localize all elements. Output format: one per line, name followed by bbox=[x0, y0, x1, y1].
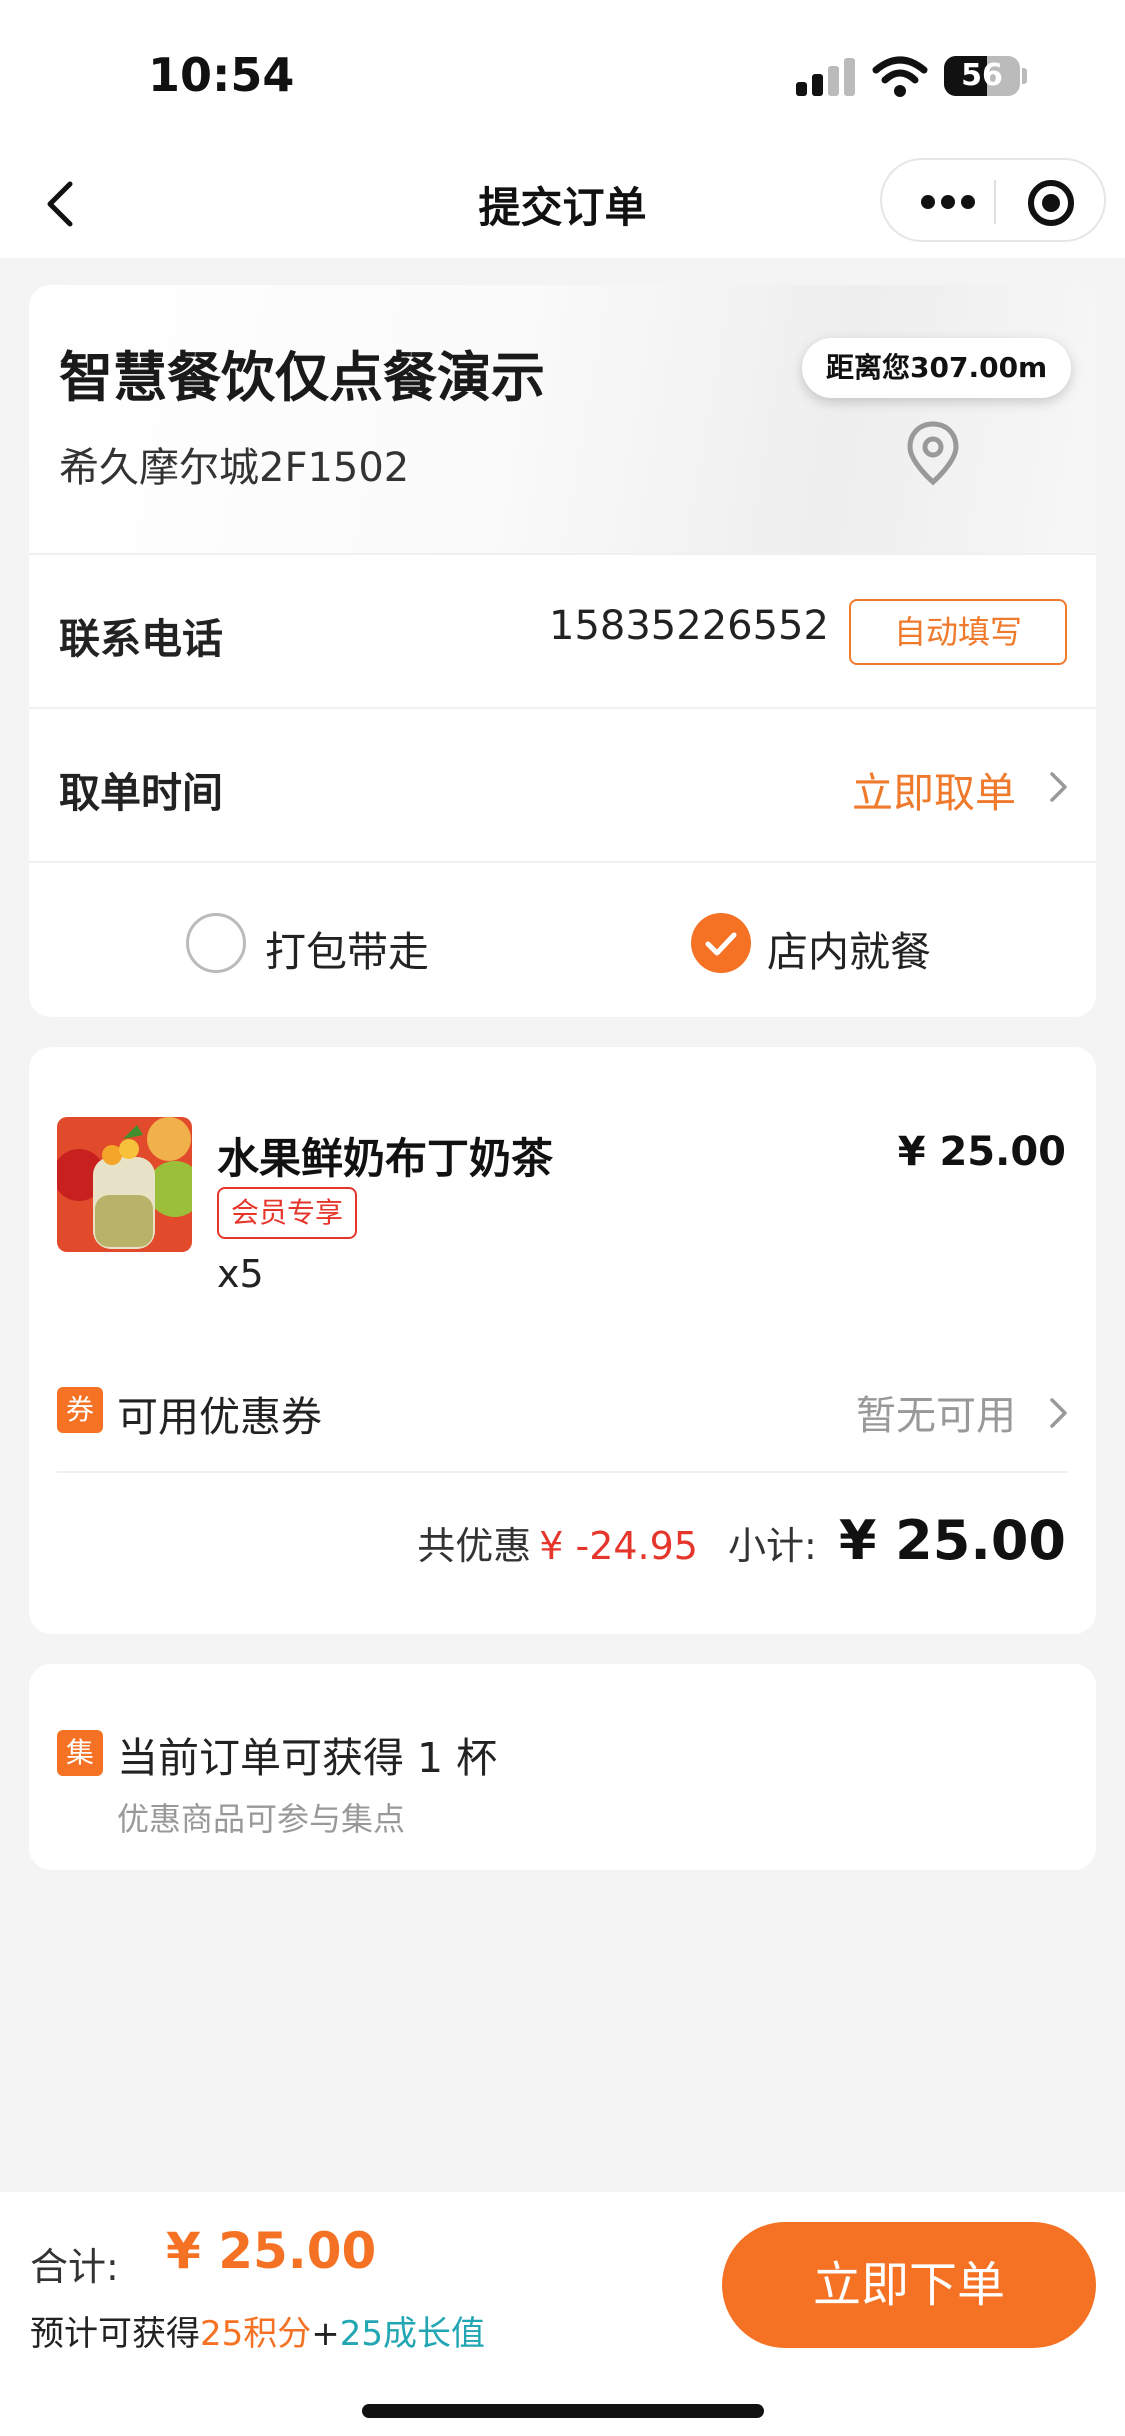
store-name: 智慧餐饮仅点餐演示 bbox=[59, 346, 545, 409]
home-indicator bbox=[362, 2404, 764, 2418]
battery-icon: 56 bbox=[944, 56, 1020, 96]
battery-nub bbox=[1022, 68, 1027, 84]
coupon-chevron-right-icon[interactable] bbox=[1043, 1397, 1075, 1429]
chevron-right-icon bbox=[1050, 772, 1067, 802]
checkout-bar: 合计: ¥ 25.00 预计可获得25积分+25成长值 立即下单 bbox=[0, 2192, 1125, 2436]
milk-tea-image bbox=[57, 1117, 192, 1252]
location-pin-icon[interactable] bbox=[905, 420, 961, 486]
product-price: ¥ 25.00 bbox=[897, 1129, 1066, 1175]
order-summary: 共优惠 ¥ -24.95 小计: ¥ 25.00 bbox=[417, 1509, 1066, 1572]
dine-in-radio[interactable] bbox=[691, 913, 751, 973]
earn-points: 25积分 bbox=[200, 2314, 312, 2354]
pickup-value[interactable]: 立即取单 bbox=[852, 759, 1016, 819]
stamp-title: 当前订单可获得 1 杯 bbox=[117, 1734, 498, 1782]
more-icon[interactable] bbox=[920, 194, 976, 210]
subtotal-label: 小计: bbox=[728, 1524, 817, 1568]
autofill-button[interactable]: 自动填写 bbox=[849, 599, 1067, 665]
total-label: 合计: bbox=[30, 2245, 119, 2289]
checkmark-icon bbox=[705, 932, 737, 956]
total-value: ¥ 25.00 bbox=[166, 2222, 377, 2280]
member-only-tag: 会员专享 bbox=[217, 1187, 358, 1239]
distance-badge: 距离您307.00m bbox=[802, 338, 1072, 398]
takeaway-label[interactable]: 打包带走 bbox=[265, 918, 429, 978]
capsule-divider bbox=[994, 180, 996, 224]
coupon-label[interactable]: 可用优惠券 bbox=[117, 1383, 322, 1443]
status-time: 10:54 bbox=[148, 48, 295, 102]
store-address: 希久摩尔城2F1502 bbox=[59, 445, 410, 491]
dining-mode-row: 打包带走 店内就餐 bbox=[29, 861, 1096, 1017]
product-quantity: x5 bbox=[217, 1252, 264, 1296]
store-header: 智慧餐饮仅点餐演示 希久摩尔城2F1502 距离您307.00m bbox=[29, 285, 1096, 553]
phone-value[interactable]: 15835226552 bbox=[549, 603, 829, 649]
contact-row: 联系电话 15835226552 自动填写 bbox=[29, 553, 1096, 707]
status-bar: 10:54 56 bbox=[0, 0, 1125, 150]
stamp-subtitle: 优惠商品可参与集点 bbox=[117, 1800, 406, 1838]
coupon-value[interactable]: 暂无可用 bbox=[856, 1383, 1016, 1441]
contact-label: 联系电话 bbox=[59, 615, 223, 663]
stamp-icon: 集 bbox=[57, 1730, 103, 1776]
stamp-card: 集 当前订单可获得 1 杯 优惠商品可参与集点 bbox=[29, 1664, 1096, 1870]
order-card: 水果鲜奶布丁奶茶 会员专享 x5 ¥ 25.00 券 可用优惠券 暂无可用 共优… bbox=[29, 1047, 1096, 1634]
coupon-icon: 券 bbox=[57, 1387, 103, 1433]
discount-value: ¥ -24.95 bbox=[539, 1524, 698, 1568]
product-image bbox=[57, 1117, 192, 1252]
mini-program-capsule bbox=[880, 158, 1106, 242]
subtotal-value: ¥ 25.00 bbox=[838, 1509, 1066, 1572]
earn-plus: + bbox=[311, 2314, 340, 2354]
pickup-time-row[interactable]: 取单时间 立即取单 bbox=[29, 707, 1096, 861]
store-card: 智慧餐饮仅点餐演示 希久摩尔城2F1502 距离您307.00m 联系电话 15… bbox=[29, 285, 1096, 1017]
earn-growth: 25成长值 bbox=[339, 2314, 486, 2354]
cellular-signal-icon bbox=[796, 58, 856, 96]
discount-label: 共优惠 bbox=[417, 1524, 532, 1568]
battery-level: 56 bbox=[961, 58, 1003, 93]
takeaway-radio[interactable] bbox=[186, 913, 246, 973]
earn-info: 预计可获得25积分+25成长值 bbox=[30, 2306, 485, 2355]
wifi-icon bbox=[872, 56, 928, 97]
product-name: 水果鲜奶布丁奶茶 bbox=[217, 1134, 554, 1183]
nav-bar: 提交订单 bbox=[0, 150, 1125, 258]
dine-in-label[interactable]: 店内就餐 bbox=[767, 918, 931, 978]
earn-prefix: 预计可获得 bbox=[30, 2314, 200, 2354]
submit-order-button[interactable]: 立即下单 bbox=[722, 2222, 1096, 2348]
divider bbox=[57, 1471, 1068, 1473]
pickup-label: 取单时间 bbox=[59, 769, 223, 817]
close-mini-program-icon[interactable] bbox=[1028, 180, 1074, 226]
